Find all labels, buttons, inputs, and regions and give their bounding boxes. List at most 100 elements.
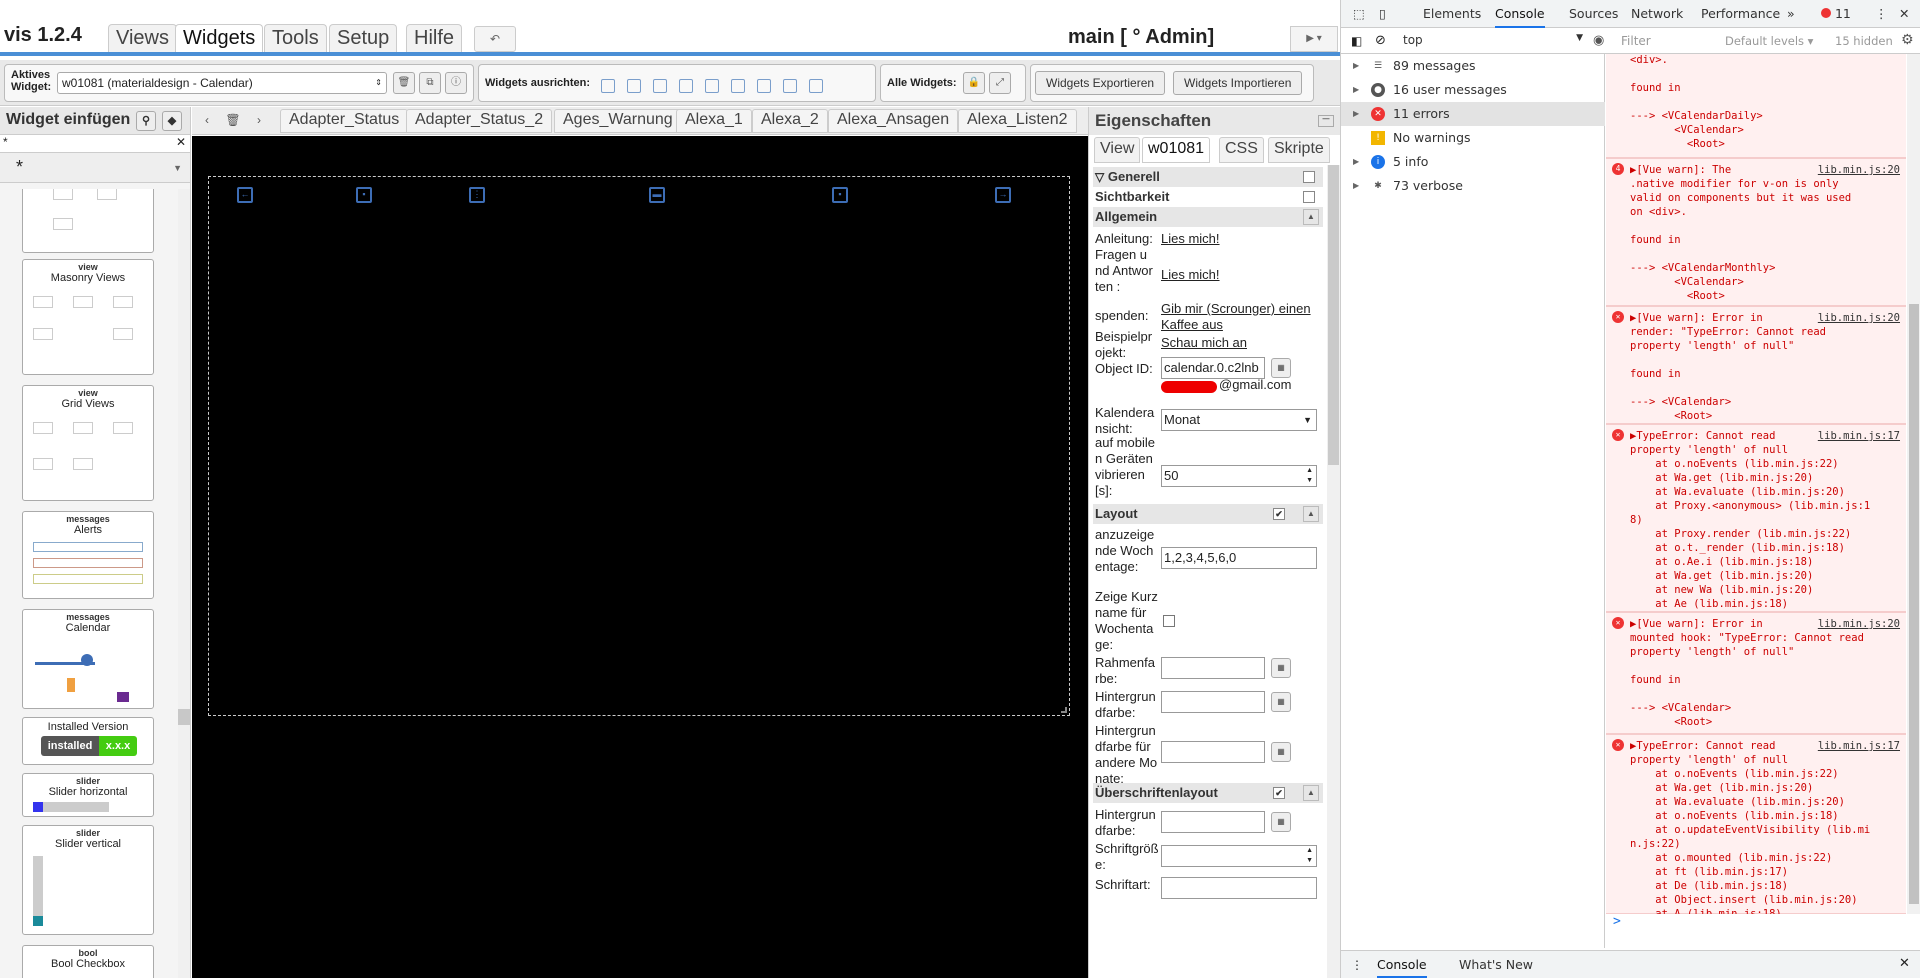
sidebar-messages[interactable]: ▶ ☰ 89 messages [1341, 54, 1605, 78]
hintergrund-input[interactable] [1161, 691, 1265, 713]
delete-icon[interactable]: 🗑 [393, 72, 415, 94]
export-widgets-button[interactable]: Widgets Exportieren [1035, 71, 1166, 95]
calendar-day-icon[interactable]: ▬ [649, 187, 665, 203]
log-source[interactable]: lib.min.js:20 [1818, 617, 1900, 631]
import-widgets-button[interactable]: Widgets Importieren [1173, 71, 1303, 95]
section-checkbox[interactable] [1303, 171, 1315, 183]
widget-card-calendar[interactable]: messages Calendar [22, 609, 154, 709]
close-icon[interactable]: ✕ [1899, 6, 1909, 21]
tab-css[interactable]: CSS [1219, 137, 1264, 163]
log-source[interactable]: lib.min.js:20 [1818, 163, 1900, 177]
schriftart-input[interactable] [1161, 877, 1317, 899]
drawer-tab-whats-new[interactable]: What's New [1459, 957, 1533, 972]
log-entry[interactable]: ✕ lib.min.js:20 ▶[Vue warn]: Error in rend… [1606, 306, 1906, 424]
view-tab[interactable]: Alexa_Listen2 [958, 109, 1077, 133]
tab-setup[interactable]: Setup [329, 24, 398, 52]
align-vcenter-icon[interactable] [705, 79, 719, 93]
align-left-icon[interactable] [601, 79, 615, 93]
widget-card-bool-checkbox[interactable]: bool Bool Checkbox [22, 945, 154, 978]
sidebar-verbose[interactable]: ▶ ✱ 73 verbose [1341, 174, 1605, 198]
section-allgemein[interactable]: Allgemein ▲ [1093, 207, 1323, 227]
view-tab[interactable]: Adapter_Status [280, 109, 409, 133]
sidebar-errors[interactable]: ▶ ✕ 11 errors [1341, 102, 1605, 126]
active-widget-select[interactable]: w01081 (materialdesign - Calendar) ⇕ [57, 72, 387, 94]
schriftgroesse-input[interactable]: ▲ ▼ [1161, 845, 1317, 867]
calendar-next-icon[interactable]: → [995, 187, 1011, 203]
align-top-icon[interactable] [653, 79, 667, 93]
view-canvas[interactable]: ← ▪ ⋮ ▬ ▪ → [192, 136, 1088, 978]
vibrate-input[interactable]: 50 ▲ ▼ [1161, 465, 1317, 487]
widget-filter-input[interactable]: * ✕ [0, 135, 190, 153]
drawer-tab-console[interactable]: Console [1377, 957, 1427, 978]
beispiel-link[interactable]: Schau mich an [1161, 335, 1311, 351]
sidebar-info[interactable]: ▶ i 5 info [1341, 150, 1605, 174]
widget-card-masonry-views[interactable]: view Masonry Views [22, 259, 154, 375]
calendar-widget[interactable]: ← ▪ ⋮ ▬ ▪ → [208, 176, 1070, 716]
tab-views[interactable]: Views [108, 24, 177, 52]
search-icon[interactable]: ⚲ [136, 111, 156, 131]
section-ueberschriftenlayout[interactable]: Überschriftenlayout ✔ ▲ [1093, 783, 1323, 803]
widget-card-grid-views[interactable]: view Grid Views [22, 385, 154, 501]
widget-card-alerts[interactable]: messages Alerts [22, 511, 154, 599]
tab-view[interactable]: View [1094, 137, 1141, 163]
close-drawer-icon[interactable]: ✕ [1899, 956, 1910, 971]
tab-console[interactable]: Console [1495, 6, 1545, 28]
kurzname-checkbox[interactable] [1163, 615, 1175, 627]
log-entry[interactable]: ✕ lib.min.js:17 ▶TypeError: Cannot read pr… [1606, 424, 1906, 612]
console-prompt[interactable]: > [1613, 914, 1621, 929]
next-icon[interactable]: › [248, 110, 270, 132]
calendar-week-icon[interactable]: ▪ [832, 187, 848, 203]
log-entry[interactable]: ✕ lib.min.js:17 ▶TypeError: Cannot read pr… [1606, 734, 1906, 914]
console-scrollbar[interactable] [1907, 54, 1920, 914]
view-nav-buttons[interactable]: ▶ ▾ [1290, 26, 1338, 52]
section-generell[interactable]: ▽ Generell [1093, 167, 1323, 187]
ueber-hintergrund-input[interactable] [1161, 811, 1265, 833]
align-right-icon[interactable] [627, 79, 641, 93]
tag-icon[interactable]: ◆ [162, 111, 182, 131]
expand-icon[interactable]: ⤢ [989, 72, 1011, 94]
settings-gear-icon[interactable]: ⚙ [1901, 32, 1914, 48]
scrollbar-thumb[interactable] [1328, 165, 1339, 465]
scrollbar-thumb[interactable] [1909, 304, 1919, 904]
anleitung-link[interactable]: Lies mich! [1161, 231, 1311, 247]
tab-performance[interactable]: Performance [1701, 6, 1780, 21]
tab-hilfe[interactable]: Hilfe [406, 24, 463, 52]
view-tab[interactable]: Alexa_1 [676, 109, 752, 133]
properties-scrollbar[interactable] [1327, 165, 1340, 978]
log-entry[interactable]: <div>. found in ---> <VCalendarDaily> <V… [1606, 54, 1906, 158]
faq-link[interactable]: Lies mich! [1161, 267, 1311, 283]
tab-elements[interactable]: Elements [1423, 6, 1481, 21]
minimize-icon[interactable]: — [1318, 115, 1334, 127]
section-layout[interactable]: Layout ✔ ▲ [1093, 504, 1323, 524]
category-select[interactable]: * ▼ [0, 153, 190, 183]
sidebar-user-messages[interactable]: ▶ ● 16 user messages [1341, 78, 1605, 102]
eye-icon[interactable]: ◉ [1593, 33, 1604, 48]
widget-card-installed-version[interactable]: Installed Version installed x.x.x [22, 717, 154, 765]
object-select-icon[interactable]: ▦ [1271, 358, 1291, 378]
clear-console-icon[interactable]: ⊘ [1375, 33, 1386, 48]
collapse-icon[interactable]: ▲ [1303, 785, 1319, 801]
align-bottom-icon[interactable] [679, 79, 693, 93]
context-select[interactable]: top ▼ [1403, 33, 1587, 49]
tab-network[interactable]: Network [1631, 6, 1683, 21]
delete-view-icon[interactable]: 🗑 [222, 110, 244, 132]
clear-icon[interactable]: ✕ [176, 135, 186, 149]
inspect-icon[interactable]: ⬚ [1353, 6, 1365, 21]
log-source[interactable]: lib.min.js:17 [1818, 429, 1900, 443]
view-tab[interactable]: Ages_Warnung [554, 109, 682, 133]
copy-icon[interactable]: ⧉ [419, 72, 441, 94]
color-picker-icon[interactable]: ▦ [1271, 692, 1291, 712]
scrollbar-thumb[interactable] [178, 709, 190, 725]
more-tabs-icon[interactable]: » [1787, 6, 1795, 21]
resize-handle[interactable] [1061, 707, 1067, 713]
collapse-icon[interactable]: ▲ [1303, 209, 1319, 225]
tab-widget[interactable]: w01081 [1142, 137, 1211, 163]
calendar-prev-icon[interactable]: ← [237, 187, 253, 203]
error-count-badge[interactable]: 11 [1821, 6, 1851, 21]
tab-sources[interactable]: Sources [1569, 6, 1618, 21]
object-id-input[interactable]: calendar.0.c2lnb [1161, 357, 1265, 379]
levels-select[interactable]: Default levels ▾ [1725, 34, 1813, 48]
tab-skripte[interactable]: Skripte [1268, 137, 1330, 163]
view-tab[interactable]: Alexa_Ansagen [828, 109, 959, 133]
align-hcenter-icon[interactable] [731, 79, 745, 93]
